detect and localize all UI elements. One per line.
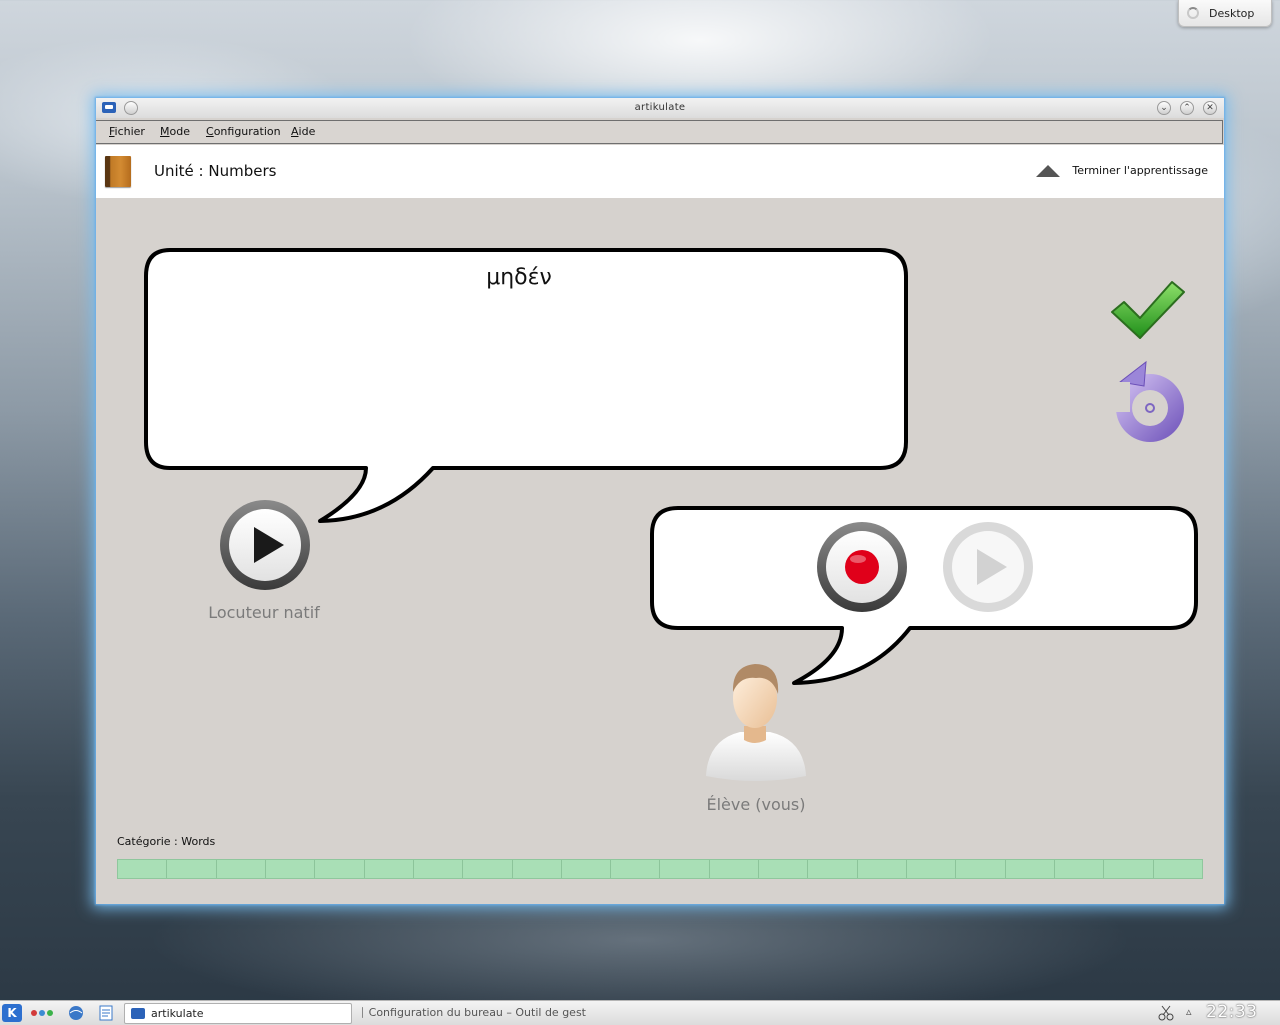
progress-segment	[808, 860, 858, 878]
tray-arrow-icon[interactable]: ▵	[1186, 1005, 1192, 1018]
progress-segment	[167, 860, 217, 878]
progress-segment	[463, 860, 513, 878]
progress-segment	[611, 860, 661, 878]
student-avatar	[706, 664, 806, 781]
monitor-icon	[362, 1007, 363, 1018]
progress-segment	[660, 860, 710, 878]
document-icon[interactable]	[98, 1005, 114, 1021]
progress-segment	[858, 860, 907, 878]
category-label: Catégorie : Words	[117, 835, 216, 848]
student-speech-bubble	[650, 506, 1198, 685]
record-icon	[845, 550, 879, 584]
artikulate-app-icon	[131, 1008, 145, 1019]
phrase-text: μηδέν	[486, 265, 552, 290]
progress-segment	[956, 860, 1006, 878]
progress-segment	[1055, 860, 1105, 878]
progress-segment	[365, 860, 414, 878]
checkmark-icon[interactable]	[1108, 278, 1188, 340]
retry-icon[interactable]	[1110, 360, 1192, 450]
progress-segment	[1154, 860, 1202, 878]
progress-segment	[907, 860, 957, 878]
task-label: Configuration du bureau – Outil de gest	[368, 1006, 586, 1019]
kde-menu-icon[interactable]: K	[2, 1004, 22, 1022]
progress-segment	[217, 860, 266, 878]
progress-segment	[759, 860, 809, 878]
record-button[interactable]	[816, 521, 908, 613]
progress-segment	[1104, 860, 1154, 878]
student-label: Élève (vous)	[706, 795, 806, 814]
task-configuration[interactable]: Configuration du bureau – Outil de gest	[356, 1003, 586, 1022]
progress-segment	[414, 860, 464, 878]
scissors-icon[interactable]	[1158, 1005, 1174, 1021]
taskbar: K artikulate Configuration du bureau – O…	[0, 1000, 1280, 1025]
play-native-button[interactable]	[219, 499, 311, 591]
desktop-toolbox-button[interactable]: Desktop	[1178, 0, 1272, 27]
task-artikulate[interactable]: artikulate	[124, 1003, 352, 1024]
category-progress-bar	[117, 859, 1203, 879]
desktop-label: Desktop	[1209, 6, 1255, 20]
clock[interactable]: 22:33	[1206, 1002, 1258, 1022]
progress-segment	[1006, 860, 1055, 878]
native-speaker-label: Locuteur natif	[208, 603, 320, 622]
artikulate-window: artikulate ⌄ ⌃ ✕ Fichier Mode Configurat…	[96, 98, 1224, 904]
play-recording-button[interactable]	[942, 521, 1034, 613]
network-icon[interactable]	[68, 1005, 84, 1021]
progress-segment	[513, 860, 562, 878]
progress-segment	[315, 860, 365, 878]
task-label: artikulate	[151, 1007, 204, 1020]
native-speech-bubble	[144, 248, 908, 523]
progress-segment	[562, 860, 612, 878]
refresh-icon	[1187, 7, 1199, 19]
progress-segment	[118, 860, 168, 878]
progress-segment	[266, 860, 316, 878]
activity-dots-icon[interactable]	[31, 1010, 53, 1016]
progress-segment	[710, 860, 760, 878]
